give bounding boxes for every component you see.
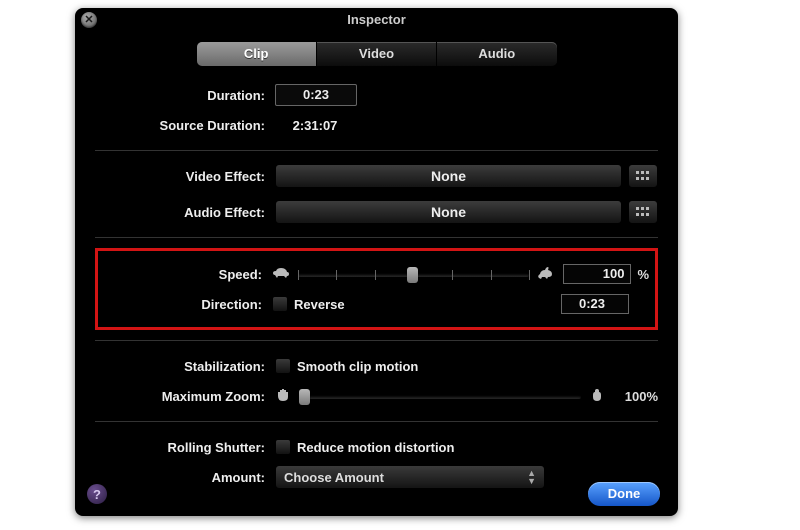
speed-label: Speed: [104, 267, 272, 282]
divider [95, 421, 658, 422]
reverse-checkbox-label: Reverse [294, 297, 345, 312]
source-duration-label: Source Duration: [95, 118, 275, 133]
window-title: Inspector [347, 12, 406, 27]
audio-effect-label: Audio Effect: [95, 205, 275, 220]
close-button[interactable]: ✕ [81, 12, 97, 28]
title-bar: ✕ Inspector [75, 8, 678, 32]
speed-percent: % [637, 267, 649, 282]
rolling-shutter-label: Rolling Shutter: [95, 440, 275, 455]
speed-slider[interactable] [298, 264, 529, 284]
done-button[interactable]: Done [588, 482, 660, 506]
divider [95, 340, 658, 341]
grid-icon [636, 207, 650, 217]
stabilization-checkbox-label: Smooth clip motion [297, 359, 418, 374]
max-zoom-slider[interactable] [299, 386, 581, 406]
hand-closed-icon [589, 387, 605, 406]
help-button[interactable]: ? [87, 484, 107, 504]
reverse-checkbox[interactable] [272, 296, 288, 312]
turtle-icon [272, 267, 290, 282]
rolling-shutter-checkbox[interactable] [275, 439, 291, 455]
direction-time-field[interactable]: 0:23 [561, 294, 629, 314]
speed-value-field[interactable]: 100 [563, 264, 631, 284]
divider [95, 150, 658, 151]
close-icon: ✕ [84, 8, 93, 32]
video-effect-button[interactable]: None [275, 164, 622, 188]
tab-audio[interactable]: Audio [437, 42, 556, 66]
speed-highlight-box: Speed: 100 % Directio [95, 248, 658, 330]
max-zoom-label: Maximum Zoom: [95, 389, 275, 404]
tab-clip[interactable]: Clip [197, 42, 317, 66]
rabbit-icon [537, 267, 553, 282]
grid-icon [636, 171, 650, 181]
rolling-shutter-checkbox-label: Reduce motion distortion [297, 440, 454, 455]
duration-field[interactable]: 0:23 [275, 84, 357, 106]
source-duration-value: 2:31:07 [275, 118, 355, 133]
hand-open-icon [275, 387, 291, 406]
video-effect-browser-button[interactable] [628, 164, 658, 188]
direction-label: Direction: [104, 297, 272, 312]
divider [95, 237, 658, 238]
inspector-panel: ✕ Inspector Clip Video Audio Duration: 0… [75, 8, 678, 516]
duration-label: Duration: [95, 88, 275, 103]
tab-bar: Clip Video Audio [197, 42, 557, 66]
audio-effect-button[interactable]: None [275, 200, 622, 224]
video-effect-label: Video Effect: [95, 169, 275, 184]
max-zoom-value: 100% [625, 389, 658, 404]
stabilization-label: Stabilization: [95, 359, 275, 374]
audio-effect-browser-button[interactable] [628, 200, 658, 224]
stabilization-checkbox[interactable] [275, 358, 291, 374]
tab-video[interactable]: Video [317, 42, 437, 66]
